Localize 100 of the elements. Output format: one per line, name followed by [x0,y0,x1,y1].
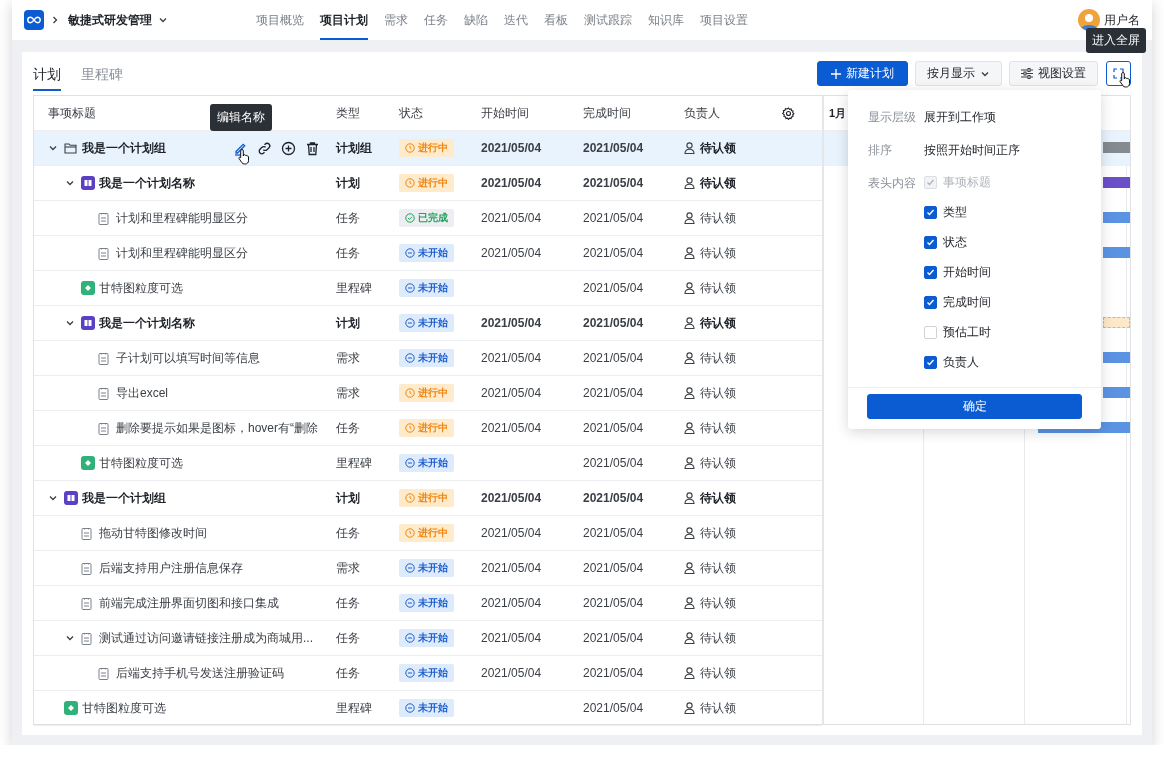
checkbox-label: 完成时间 [943,293,991,311]
person-icon [684,492,695,504]
table-row[interactable]: 甘特图粒度可选 里程碑 未开始 2021/05/04 待认领 [34,271,822,306]
document-icon [98,386,109,400]
add-icon[interactable] [281,140,296,156]
table-row[interactable]: 导出excel 需求 进行中 2021/05/04 2021/05/04 待认领 [34,376,822,411]
table-row[interactable]: 我是一个计划组 计划 进行中 2021/05/04 2021/05/04 待认领 [34,481,822,516]
table-row[interactable]: 后端支持手机号发送注册验证码 任务 未开始 2021/05/04 2021/05/04 待认领 [34,656,822,691]
table-row[interactable]: 拖动甘特图修改时间 任务 进行中 2021/05/04 2021/05/04 待认领 [34,516,822,551]
start-date: 2021/05/04 [481,141,542,155]
item-title[interactable]: 计划和里程碑能明显区分 [116,244,248,262]
checkbox[interactable] [924,265,937,279]
status-tag: 进行中 [399,489,454,507]
owner: 待认领 [700,454,736,472]
table-row[interactable]: 子计划可以填写时间等信息 需求 未开始 2021/05/04 2021/05/04 待认领 [34,341,822,376]
document-icon [81,526,92,540]
column-header: 事项标题 [48,104,96,122]
nav-tab[interactable]: 迭代 [504,0,528,40]
table-row[interactable]: 删除要提示如果是图标，hover有“删除 任务 进行中 2021/05/04 2021/05/04 待认领 [34,411,822,446]
person-icon [684,142,695,154]
item-title[interactable]: 计划和里程碑能明显区分 [116,209,248,227]
item-type: 任务 [336,209,360,227]
item-title[interactable]: 删除要提示如果是图标，hover有“删除 [116,419,318,437]
view-mode-dropdown[interactable]: 按月显示 [915,61,1002,86]
nav-tab[interactable]: 知识库 [648,0,684,40]
item-title[interactable]: 甘特图粒度可选 [99,279,183,297]
nav-tab[interactable]: 看板 [544,0,568,40]
item-title[interactable]: 子计划可以填写时间等信息 [116,349,260,367]
end-date: 2021/05/04 [583,351,644,365]
nav-tab[interactable]: 测试跟踪 [584,0,632,40]
end-date: 2021/05/04 [583,526,644,540]
minus-circle-icon [405,318,415,328]
end-date: 2021/05/04 [583,456,644,470]
item-title[interactable]: 我是一个计划组 [82,139,166,157]
owner: 待认领 [700,559,736,577]
nav-tab[interactable]: 需求 [384,0,408,40]
item-title[interactable]: 导出excel [116,384,168,402]
item-type: 需求 [336,349,360,367]
settings-icon[interactable] [782,106,795,120]
new-plan-button[interactable]: 新建计划 [817,61,908,86]
item-title[interactable]: 我是一个计划名称 [99,174,195,192]
nav-tab[interactable]: 项目设置 [700,0,748,40]
link-icon[interactable] [257,140,272,156]
item-type: 计划 [336,489,360,507]
nav-tab[interactable]: 缺陷 [464,0,488,40]
checkbox-label: 状态 [943,233,967,251]
milestone-icon [81,456,95,470]
end-date: 2021/05/04 [583,421,644,435]
table-row[interactable]: 计划和里程碑能明显区分 任务 已完成 2021/05/04 2021/05/04 待认领 [34,201,822,236]
clock-icon [405,388,415,398]
table-row[interactable]: 前端完成注册界面切图和接口集成 任务 未开始 2021/05/04 2021/05/04 待认领 [34,586,822,621]
table-row[interactable]: 后端支持用户注册信息保存 需求 未开始 2021/05/04 2021/05/04 待认领 [34,551,822,586]
item-title[interactable]: 测试通过访问邀请链接注册成为商城用... [99,629,313,647]
document-icon [98,351,109,365]
item-type: 里程碑 [336,454,372,472]
project-name: 敏捷式研发管理 [68,11,152,29]
person-icon [684,597,695,609]
start-date: 2021/05/04 [481,246,542,260]
milestone-icon [81,281,95,295]
table-row[interactable]: 甘特图粒度可选 里程碑 未开始 2021/05/04 待认领 [34,691,822,726]
table-row[interactable]: 甘特图粒度可选 里程碑 未开始 2021/05/04 待认领 [34,446,822,481]
table-row[interactable]: 测试通过访问邀请链接注册成为商城用... 任务 未开始 2021/05/04 2021/05/04 待认领 [34,621,822,656]
item-title[interactable]: 我是一个计划组 [82,489,166,507]
nav-tab[interactable]: 任务 [424,0,448,40]
status-tag: 未开始 [399,454,454,472]
table-row[interactable]: 我是一个计划名称 计划 未开始 2021/05/04 2021/05/04 待认领 [34,306,822,341]
sub-tab[interactable]: 计划 [33,58,61,91]
item-type: 任务 [336,664,360,682]
item-title[interactable]: 后端支持手机号发送注册验证码 [116,664,284,682]
person-icon [684,352,695,364]
column-header: 状态 [399,104,423,122]
setting-value[interactable]: 展开到工作项 [924,109,996,126]
end-date: 2021/05/04 [583,561,644,575]
nav-tab[interactable]: 项目计划 [320,0,368,40]
delete-icon[interactable] [305,140,320,156]
avatar[interactable] [1078,9,1100,31]
checkbox[interactable] [924,205,937,219]
user-name[interactable]: 用户名 [1104,11,1140,29]
folder-icon [64,142,77,154]
checkbox[interactable] [924,295,937,309]
item-title[interactable]: 前端完成注册界面切图和接口集成 [99,594,279,612]
confirm-button[interactable]: 确定 [867,394,1082,419]
table-row[interactable]: 计划和里程碑能明显区分 任务 未开始 2021/05/04 2021/05/04 待认领 [34,236,822,271]
status-tag: 未开始 [399,594,454,612]
item-title[interactable]: 后端支持用户注册信息保存 [99,559,243,577]
item-title[interactable]: 甘特图粒度可选 [82,699,166,717]
table-row[interactable]: 我是一个计划名称 计划 进行中 2021/05/04 2021/05/04 待认领 [34,166,822,201]
nav-tab[interactable]: 项目概览 [256,0,304,40]
checkbox-label: 预估工时 [943,323,991,341]
item-title[interactable]: 我是一个计划名称 [99,314,195,332]
app-logo[interactable] [24,10,44,30]
item-title[interactable]: 甘特图粒度可选 [99,454,183,472]
item-type: 任务 [336,244,360,262]
checkbox[interactable] [924,355,937,369]
status-tag: 进行中 [399,419,454,437]
setting-value[interactable]: 按照开始时间正序 [924,142,1020,159]
item-type: 计划组 [336,139,372,157]
view-settings-button[interactable]: 视图设置 [1009,61,1098,86]
item-title[interactable]: 拖动甘特图修改时间 [99,524,207,542]
checkbox[interactable] [924,235,937,249]
